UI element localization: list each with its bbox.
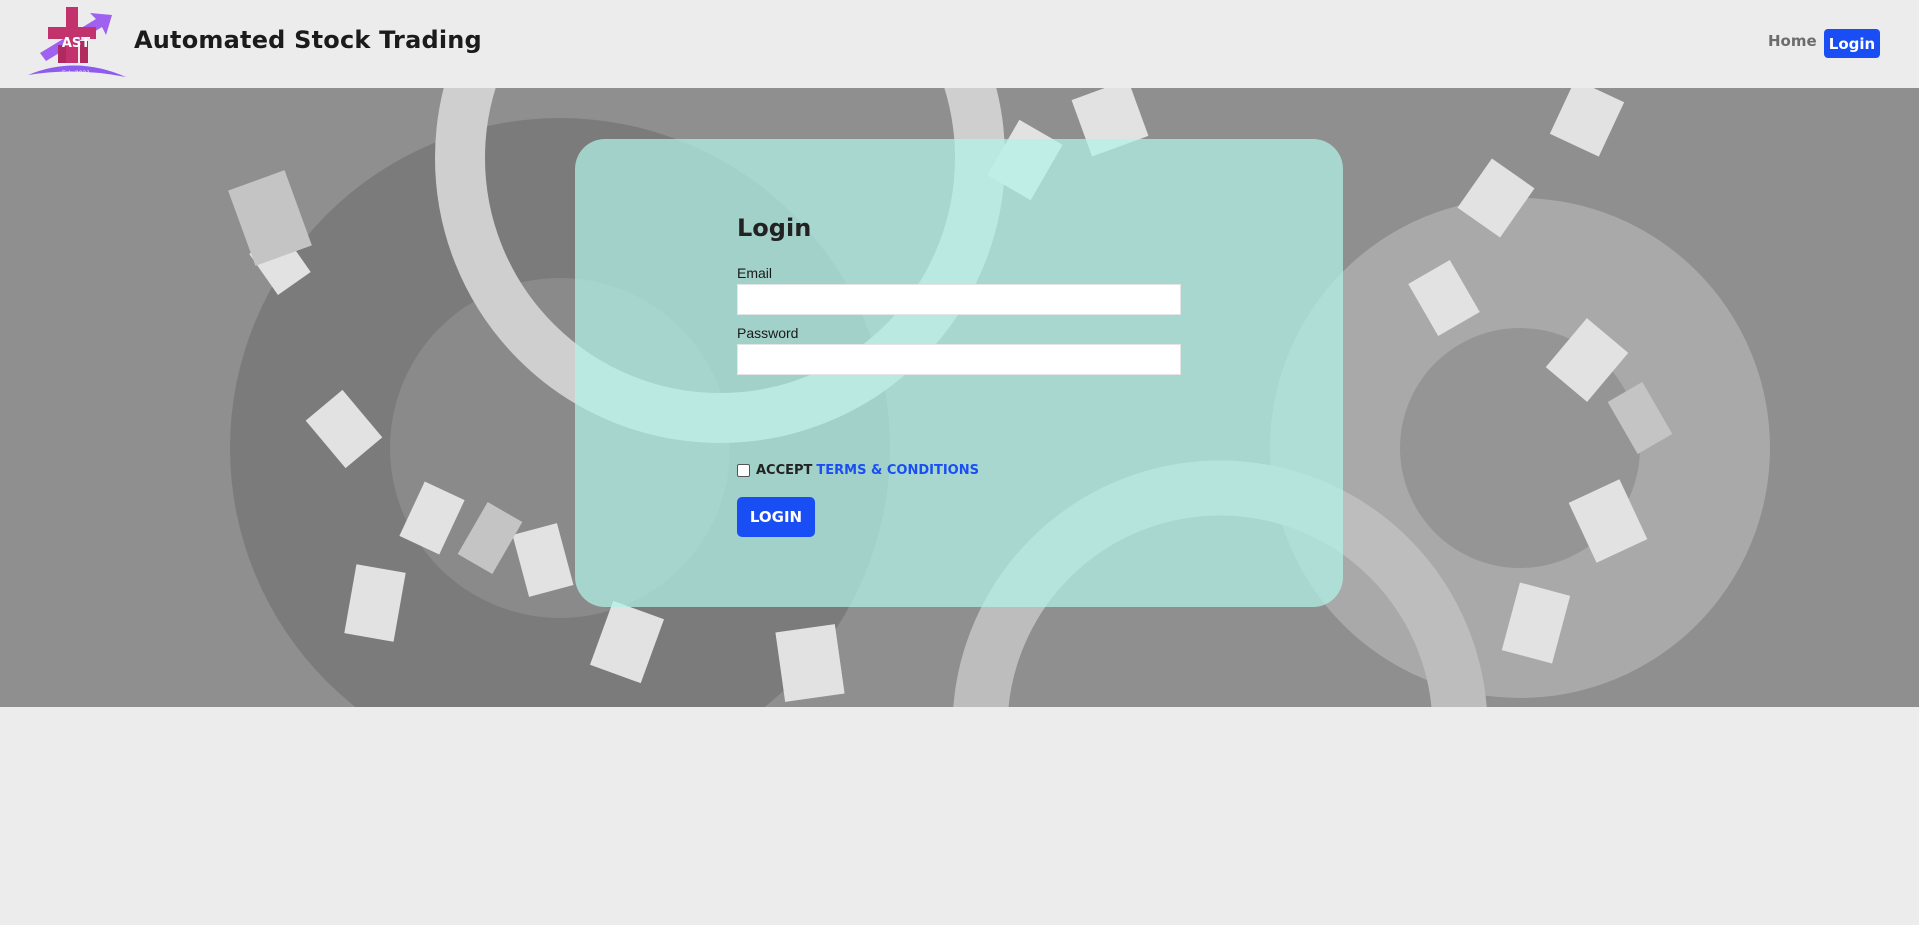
nav-login-button[interactable]: Login (1824, 29, 1880, 58)
site-title: Automated Stock Trading (134, 26, 482, 54)
login-submit-button[interactable]: LOGIN (737, 497, 815, 537)
email-field[interactable] (737, 284, 1181, 315)
password-field[interactable] (737, 344, 1181, 375)
logo-text: AST (62, 36, 90, 51)
password-label: Password (737, 325, 799, 341)
terms-checkbox[interactable] (737, 464, 750, 477)
nav-home-link[interactable]: Home (1768, 32, 1817, 50)
terms-link[interactable]: TERMS & CONDITIONS (816, 463, 979, 478)
top-navbar: AST Est. 2021 Automated Stock Trading Ho… (0, 0, 1919, 88)
login-title: Login (737, 214, 812, 242)
email-label: Email (737, 265, 773, 281)
logo-subtext: Est. 2021 (62, 70, 91, 77)
accept-label: ACCEPT (756, 463, 813, 478)
brand-logo[interactable]: AST Est. 2021 (26, 5, 128, 81)
terms-row: ACCEPT TERMS & CONDITIONS (737, 463, 979, 478)
